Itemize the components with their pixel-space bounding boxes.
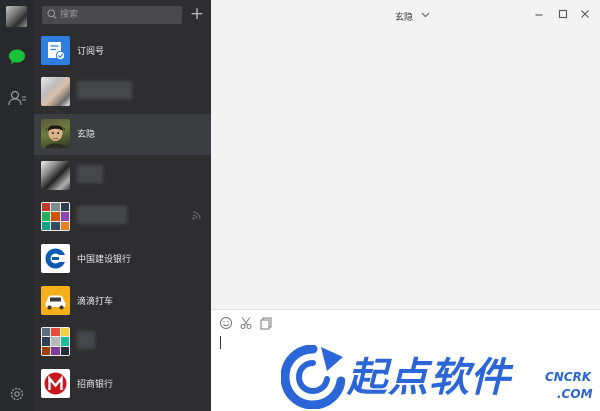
emoji-icon[interactable] (219, 316, 233, 330)
wechat-window: + 订阅号 (0, 0, 600, 411)
watermark-brand: 起点软件 (347, 355, 511, 401)
chat-item[interactable]: 中国建设银行 (34, 239, 211, 280)
redacted-name (77, 206, 127, 224)
chat-item[interactable] (34, 72, 211, 113)
add-chat-button[interactable]: + (189, 5, 205, 23)
ccb-logo-icon (41, 244, 70, 273)
search-icon (47, 9, 57, 19)
group-avatar (41, 327, 70, 356)
chat-header: 玄隐 (211, 0, 600, 30)
settings-icon[interactable] (7, 384, 27, 404)
chat-list-panel: + 订阅号 (34, 0, 211, 411)
chat-item[interactable]: 订阅号 (34, 31, 211, 72)
chat-title[interactable]: 玄隐 (395, 10, 413, 23)
watermark-tld: .COM (557, 387, 593, 401)
nav-rail (0, 0, 34, 411)
chevron-down-icon[interactable] (421, 12, 430, 18)
close-button[interactable] (578, 7, 592, 21)
maximize-button[interactable] (556, 7, 570, 21)
scissors-icon[interactable] (239, 316, 253, 330)
subscription-icon (41, 36, 70, 65)
chat-name: 招商银行 (77, 380, 114, 390)
avatar (41, 119, 70, 148)
search-input[interactable] (60, 6, 178, 24)
avatar (41, 161, 70, 190)
group-avatar (41, 202, 70, 231)
chat-item[interactable] (34, 197, 211, 238)
file-icon[interactable] (259, 316, 273, 330)
chat-name: 滴滴打车 (77, 297, 114, 307)
didi-logo-icon (41, 286, 70, 315)
chat-item-selected[interactable]: 玄隐 (34, 114, 211, 155)
redacted-name (77, 165, 103, 183)
chat-name: 订阅号 (77, 47, 105, 57)
watermark-logo-icon (281, 345, 345, 409)
watermark-domain: CNCRK (545, 370, 592, 384)
avatar (41, 77, 70, 106)
redacted-name (77, 81, 132, 99)
contacts-icon[interactable] (7, 88, 27, 108)
minimize-button[interactable] (532, 7, 546, 21)
chat-item[interactable] (34, 322, 211, 363)
chat-name: 中国建设银行 (77, 255, 132, 265)
chat-item[interactable]: 招商银行 (34, 364, 211, 405)
chat-item[interactable]: 滴滴打车 (34, 281, 211, 322)
redacted-name (77, 331, 95, 349)
my-avatar[interactable] (6, 6, 27, 27)
rss-icon (192, 211, 201, 220)
search-box[interactable] (42, 6, 182, 24)
cmb-logo-icon (41, 369, 70, 398)
text-cursor (220, 336, 221, 349)
chat-name: 玄隐 (77, 130, 96, 140)
chat-item[interactable] (34, 156, 211, 197)
chat-icon[interactable] (7, 47, 27, 67)
